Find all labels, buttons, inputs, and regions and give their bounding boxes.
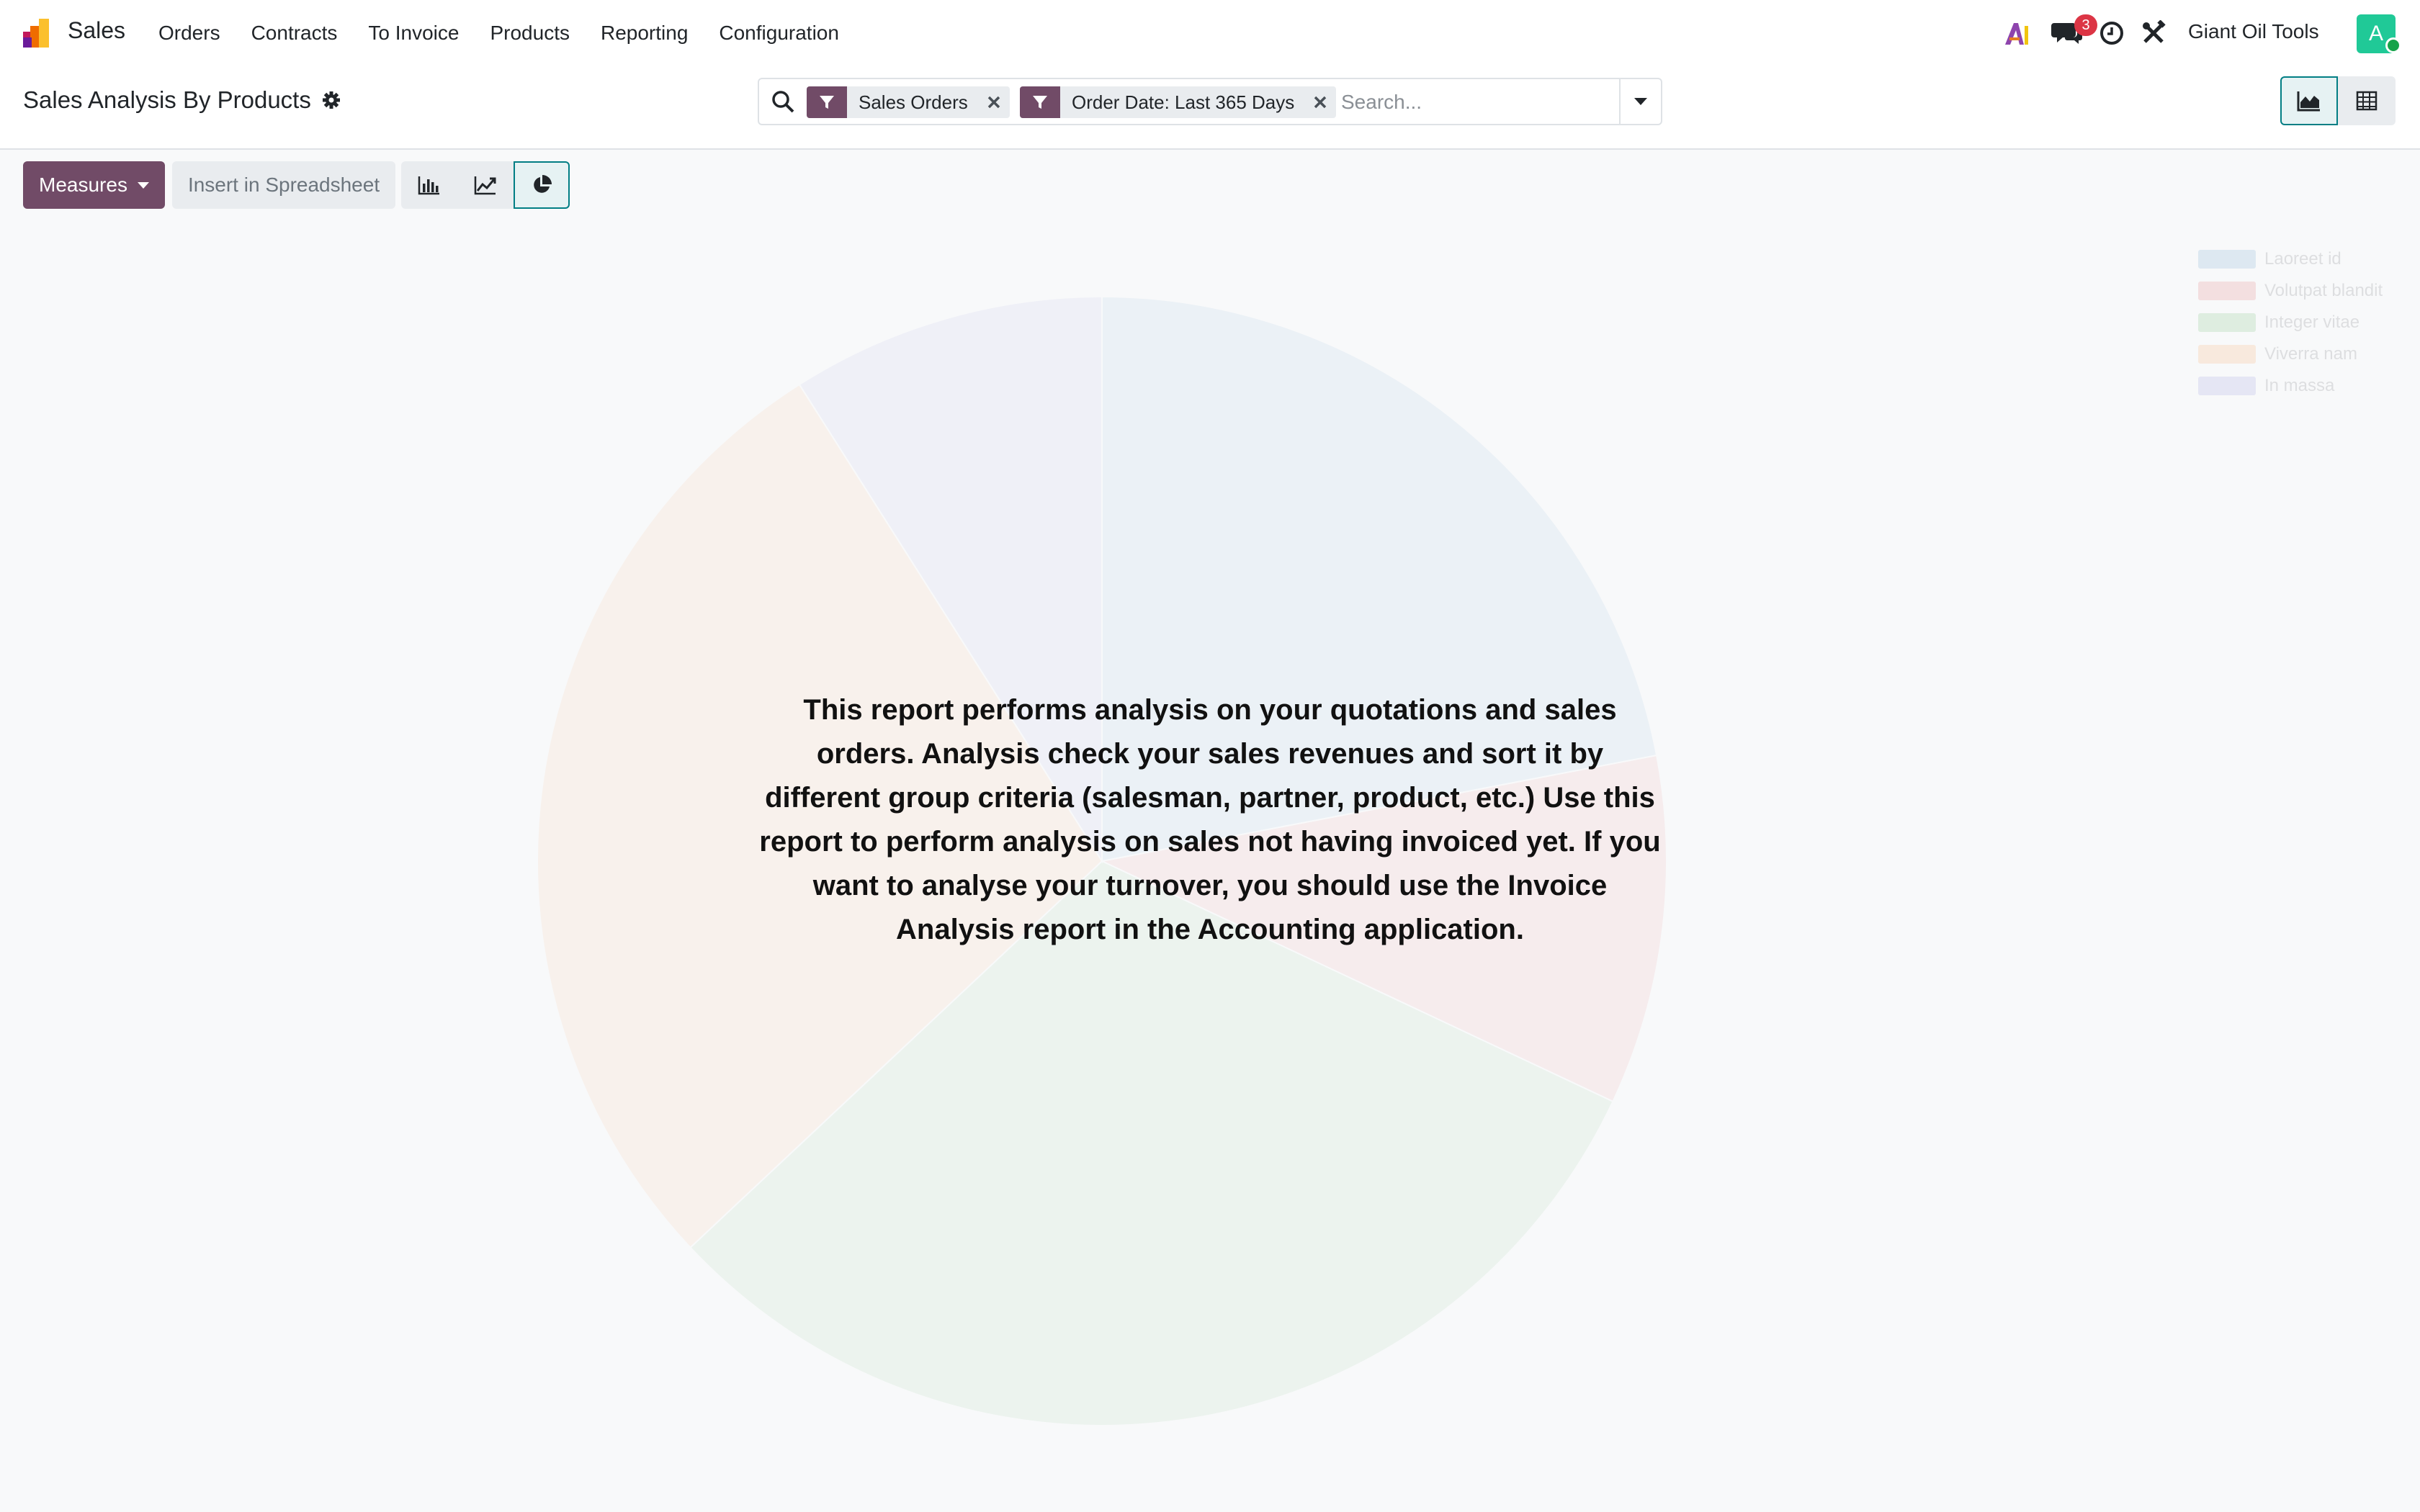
pie-chart-icon: [534, 175, 552, 193]
ai-icon[interactable]: [2002, 20, 2031, 46]
systray: 3 Giant Oil Tools A: [1973, 0, 2420, 66]
legend-swatch: [2198, 377, 2256, 395]
pie-chart-button[interactable]: [514, 161, 570, 209]
graph-toolbar: Measures Insert in Spreadsheet: [23, 161, 570, 209]
line-chart-button[interactable]: [457, 161, 514, 209]
legend-item[interactable]: Integer vitae: [2198, 307, 2383, 338]
close-icon[interactable]: [1304, 86, 1336, 118]
app-name[interactable]: Sales: [68, 17, 125, 44]
gear-icon[interactable]: [321, 90, 341, 110]
area-chart-icon: [2297, 91, 2320, 112]
chat-badge: 3: [2074, 14, 2097, 36]
menu-orders[interactable]: Orders: [158, 22, 220, 45]
chart-legend: Laoreet id Volutpat blandit Integer vitae V…: [2198, 243, 2383, 402]
search-bar: Sales Orders Order Date: Last 365 Days: [758, 78, 1662, 125]
chart-type-group: [401, 161, 570, 209]
no-data-helper-text: This report performs analysis on your qu…: [759, 694, 1661, 945]
legend-label: Laoreet id: [2264, 249, 2341, 269]
bar-chart-icon: [418, 176, 440, 195]
measures-label: Measures: [39, 174, 127, 196]
line-chart-icon: [474, 176, 496, 195]
view-switcher: [2280, 76, 2396, 125]
filter-icon: [1020, 86, 1060, 118]
debug-tools-icon[interactable]: [2141, 20, 2166, 46]
top-navbar: Sales Orders Contracts To Invoice Produc…: [0, 0, 2420, 66]
activity-clock-icon[interactable]: [2099, 20, 2125, 46]
graph-view-button[interactable]: [2280, 76, 2338, 125]
legend-item[interactable]: Volutpat blandit: [2198, 275, 2383, 307]
caret-down-icon: [137, 181, 149, 189]
legend-swatch: [2198, 345, 2256, 364]
sales-app-icon[interactable]: [22, 17, 53, 49]
main-menu: Orders Contracts To Invoice Products Rep…: [158, 0, 870, 66]
legend-swatch: [2198, 282, 2256, 300]
bar-chart-button[interactable]: [401, 161, 458, 209]
search-options-toggle[interactable]: [1619, 79, 1661, 124]
company-switcher[interactable]: Giant Oil Tools: [2188, 20, 2319, 43]
legend-swatch: [2198, 313, 2256, 332]
legend-item[interactable]: Viverra nam: [2198, 338, 2383, 370]
menu-contracts[interactable]: Contracts: [251, 22, 338, 45]
legend-item[interactable]: Laoreet id: [2198, 243, 2383, 275]
facet-label: Order Date: Last 365 Days: [1072, 91, 1295, 113]
control-panel: Sales Analysis By Products Sales Orders: [0, 66, 2420, 150]
facet-label: Sales Orders: [859, 91, 968, 113]
legend-label: In massa: [2264, 376, 2335, 395]
page-title: Sales Analysis By Products: [23, 86, 311, 113]
menu-configuration[interactable]: Configuration: [719, 22, 839, 45]
measures-button[interactable]: Measures: [23, 161, 165, 209]
menu-reporting[interactable]: Reporting: [601, 22, 688, 45]
menu-products[interactable]: Products: [490, 22, 570, 45]
caret-down-icon: [1634, 98, 1647, 105]
search-input[interactable]: [1341, 85, 1615, 120]
close-icon[interactable]: [978, 86, 1010, 118]
menu-to-invoice[interactable]: To Invoice: [368, 22, 459, 45]
legend-label: Integer vitae: [2264, 312, 2360, 332]
user-status-dot: [2385, 37, 2401, 53]
legend-swatch: [2198, 250, 2256, 269]
legend-label: Viverra nam: [2264, 344, 2357, 364]
chart-area: Laoreet id Volutpat blandit Integer vitae V…: [0, 216, 2420, 1512]
breadcrumb: Sales Analysis By Products: [23, 86, 341, 114]
legend-item[interactable]: In massa: [2198, 370, 2383, 402]
filter-icon: [807, 86, 847, 118]
search-icon[interactable]: [771, 89, 795, 114]
facet-order-date: Order Date: Last 365 Days: [1020, 86, 1337, 118]
facet-sales-orders: Sales Orders: [807, 86, 1010, 118]
pivot-view-button[interactable]: [2338, 76, 2396, 125]
legend-label: Volutpat blandit: [2264, 281, 2383, 300]
table-icon: [2356, 91, 2378, 111]
insert-spreadsheet-button[interactable]: Insert in Spreadsheet: [171, 161, 396, 209]
